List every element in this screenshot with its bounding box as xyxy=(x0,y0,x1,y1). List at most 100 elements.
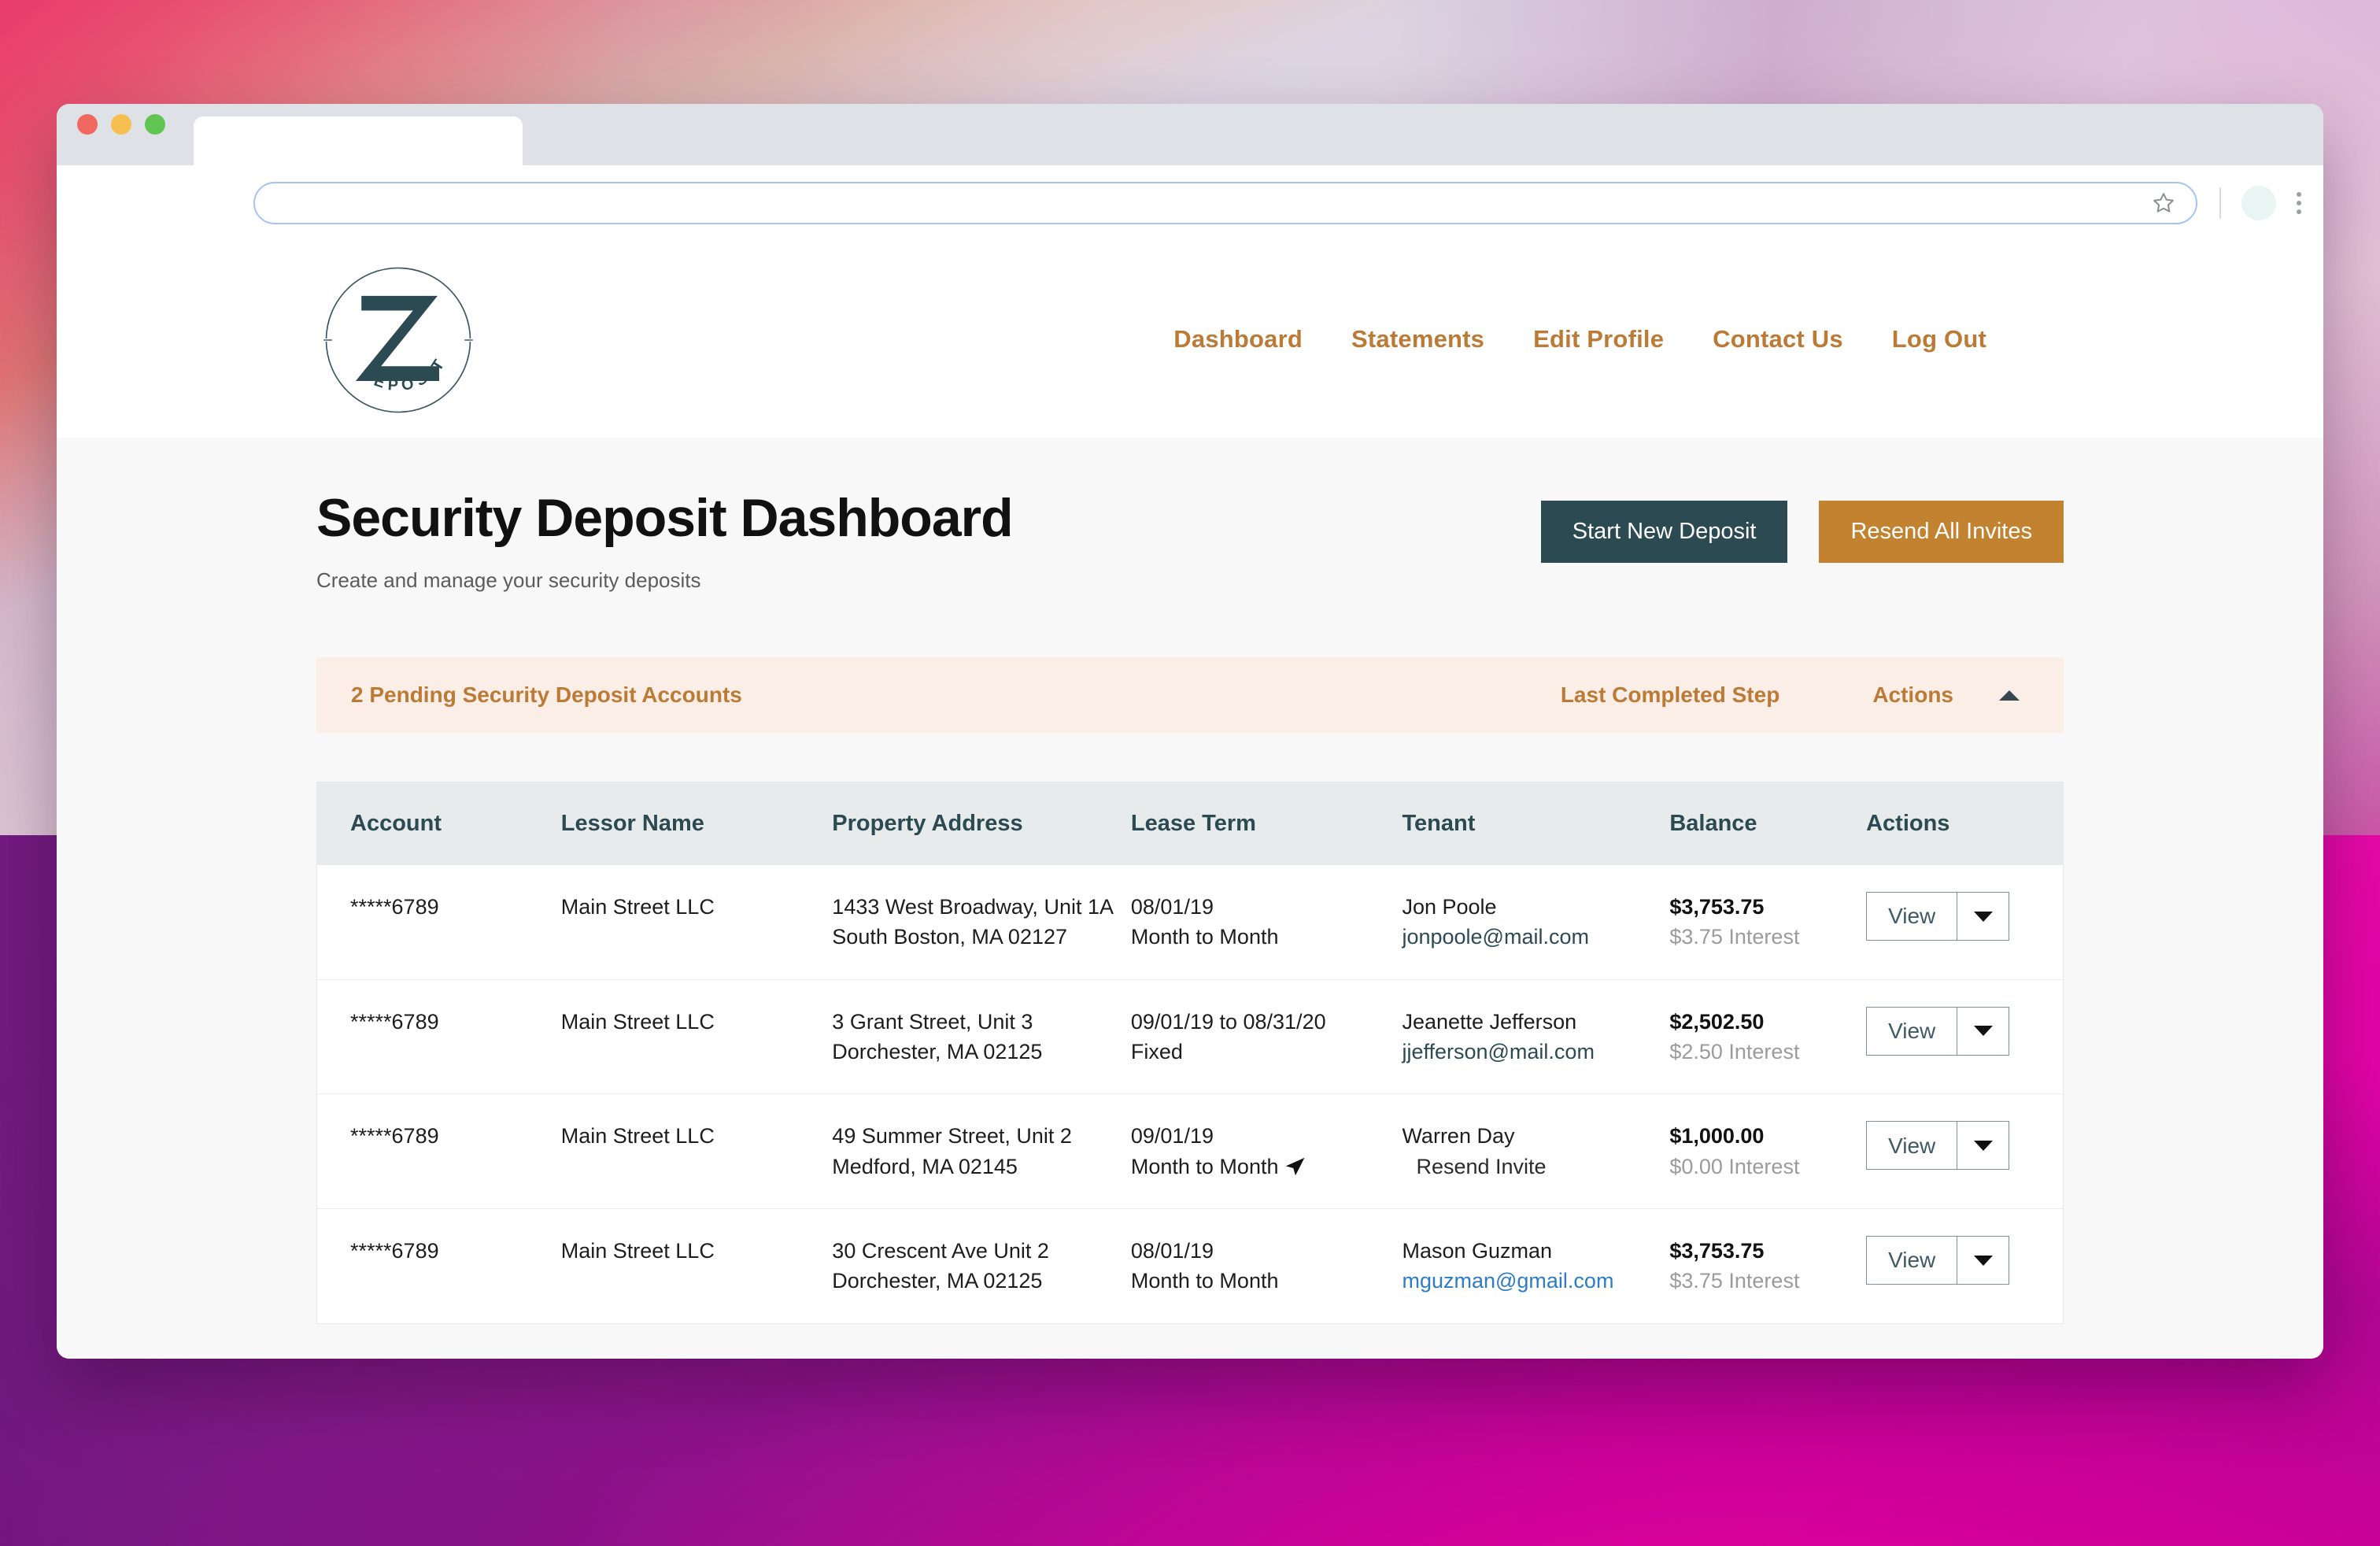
row-actions-split-button[interactable]: View xyxy=(1866,1121,2010,1171)
tenant-email-link[interactable]: jjefferson@mail.com xyxy=(1402,1037,1669,1067)
page-title-row: Security Deposit Dashboard Create and ma… xyxy=(316,438,2064,593)
balance-interest: $2.50 Interest xyxy=(1669,1040,1800,1064)
cursor-pointer-icon xyxy=(1286,1157,1305,1175)
toolbar-right-cluster xyxy=(2219,186,2301,220)
address-line-1: 30 Crescent Ave Unit 2 xyxy=(832,1239,1049,1263)
deposits-table: Account Lessor Name Property Address Lea… xyxy=(317,782,2063,1323)
lease-type: Month to Month xyxy=(1131,1152,1402,1182)
row-actions-dropdown-toggle[interactable] xyxy=(1957,1007,2009,1055)
close-window-button[interactable] xyxy=(77,114,98,135)
page-viewport: DEPOSIT Dashboard Statements Edit Profil… xyxy=(57,241,2323,1359)
balance-interest: $3.75 Interest xyxy=(1669,925,1800,949)
browser-toolbar xyxy=(57,165,2323,241)
nav-item-log-out[interactable]: Log Out xyxy=(1892,325,1986,353)
deposits-table-body: *****6789 Main Street LLC 1433 West Broadw… xyxy=(317,865,2063,1323)
pending-accounts-bar[interactable]: 2 Pending Security Deposit Accounts Last… xyxy=(316,657,2064,734)
pending-accounts-title: 2 Pending Security Deposit Accounts xyxy=(351,682,742,708)
cell-balance: $3,753.75 $3.75 Interest xyxy=(1669,865,1866,979)
view-button[interactable]: View xyxy=(1867,1122,1957,1169)
profile-avatar-icon[interactable] xyxy=(2241,186,2276,220)
tenant-email-link[interactable]: jonpoole@mail.com xyxy=(1402,922,1669,952)
cell-lease-term: 09/01/19 Month to Month xyxy=(1130,1093,1402,1209)
resend-invite-link[interactable]: Resend Invite xyxy=(1402,1152,1546,1182)
nav-item-dashboard[interactable]: Dashboard xyxy=(1173,325,1303,353)
nav-item-statements[interactable]: Statements xyxy=(1351,325,1484,353)
pending-bar-actions-label: Actions xyxy=(1872,682,1953,708)
cell-tenant: Jon Poole jonpoole@mail.com xyxy=(1402,865,1669,979)
balance-interest: $0.00 Interest xyxy=(1669,1154,1800,1178)
browser-menu-kebab-icon[interactable] xyxy=(2297,192,2301,214)
address-bar[interactable] xyxy=(253,182,2197,224)
tenant-name: Jon Poole xyxy=(1402,895,1497,919)
view-button[interactable]: View xyxy=(1867,893,1957,940)
chevron-down-icon xyxy=(1973,1026,1993,1037)
desktop-wallpaper: DEPOSIT Dashboard Statements Edit Profil… xyxy=(0,0,2380,1546)
cell-lease-term: 08/01/19 Month to Month xyxy=(1130,1208,1402,1323)
row-actions-split-button[interactable]: View xyxy=(1866,1006,2010,1056)
lease-start-date: 08/01/19 xyxy=(1130,895,1214,919)
cell-lessor-name: Main Street LLC xyxy=(560,895,715,919)
balance-amount: $1,000.00 xyxy=(1669,1124,1765,1148)
view-button[interactable]: View xyxy=(1867,1237,1957,1284)
balance-interest: $3.75 Interest xyxy=(1669,1269,1800,1293)
lease-type: Fixed xyxy=(1130,1040,1183,1064)
table-row: *****6789 Main Street LLC 49 Summer Street… xyxy=(317,1093,2063,1209)
tenant-name: Jeanette Jefferson xyxy=(1402,1009,1577,1034)
cell-property-address: 3 Grant Street, Unit 3 Dorchester, MA 021… xyxy=(832,978,1131,1094)
start-new-deposit-button[interactable]: Start New Deposit xyxy=(1540,501,1788,563)
address-line-2: South Boston, MA 02127 xyxy=(832,925,1068,949)
column-header-account[interactable]: Account xyxy=(317,782,561,866)
page-action-buttons: Start New Deposit Resend All Invites xyxy=(1540,501,2064,563)
browser-tab[interactable] xyxy=(194,117,523,165)
cell-account: *****6789 xyxy=(350,895,439,919)
resend-all-invites-button[interactable]: Resend All Invites xyxy=(1819,501,2064,563)
cell-tenant: Jeanette Jefferson jjefferson@mail.com xyxy=(1402,978,1670,1094)
column-header-lease[interactable]: Lease Term xyxy=(1130,782,1402,866)
address-line-2: Medford, MA 02145 xyxy=(832,1154,1018,1178)
chevron-down-icon xyxy=(1973,1140,1993,1151)
row-actions-dropdown-toggle[interactable] xyxy=(1957,893,2009,941)
row-actions-dropdown-toggle[interactable] xyxy=(1957,1237,2009,1285)
column-header-address[interactable]: Property Address xyxy=(832,782,1131,866)
pending-bar-last-step-label: Last Completed Step xyxy=(1560,682,1780,708)
column-header-tenant[interactable]: Tenant xyxy=(1402,782,1670,866)
bookmark-star-icon[interactable] xyxy=(2152,191,2175,215)
toolbar-divider xyxy=(2219,187,2221,219)
address-line-1: 49 Summer Street, Unit 2 xyxy=(832,1124,1072,1148)
column-header-actions: Actions xyxy=(1866,782,2063,866)
browser-tab-strip xyxy=(57,104,2323,165)
chevron-down-icon xyxy=(1973,1255,1993,1266)
address-line-1: 3 Grant Street, Unit 3 xyxy=(832,1009,1033,1034)
cell-account: *****6789 xyxy=(317,978,561,1094)
column-header-balance[interactable]: Balance xyxy=(1669,782,1867,866)
deposits-table-head: Account Lessor Name Property Address Lea… xyxy=(317,782,2063,866)
cell-tenant: Warren Day Resend Invite xyxy=(1402,1093,1670,1209)
table-row: *****6789 Main Street LLC 1433 West Broadw… xyxy=(317,865,2063,979)
cell-actions: View xyxy=(1866,1208,2063,1323)
window-controls[interactable] xyxy=(77,104,165,165)
address-line-1: 1433 West Broadway, Unit 1A xyxy=(832,895,1114,919)
cell-account: *****6789 xyxy=(317,1208,561,1323)
z-deposit-logo[interactable]: DEPOSIT xyxy=(316,258,480,422)
cell-tenant: Mason Guzman mguzman@gmail.com xyxy=(1402,1208,1670,1323)
chevron-up-icon[interactable] xyxy=(1999,690,2020,701)
table-header-row: Account Lessor Name Property Address Lea… xyxy=(317,782,2063,866)
row-actions-split-button[interactable]: View xyxy=(1866,1236,2010,1285)
view-button[interactable]: View xyxy=(1867,1008,1957,1055)
tenant-email-link[interactable]: mguzman@gmail.com xyxy=(1402,1266,1669,1296)
maximize-window-button[interactable] xyxy=(145,114,165,135)
lease-type: Month to Month xyxy=(1130,925,1279,949)
lease-type: Month to Month xyxy=(1130,1269,1279,1293)
row-actions-split-button[interactable]: View xyxy=(1866,892,2010,941)
nav-item-edit-profile[interactable]: Edit Profile xyxy=(1533,325,1664,353)
cell-property-address: 49 Summer Street, Unit 2 Medford, MA 0214… xyxy=(832,1093,1131,1209)
row-actions-dropdown-toggle[interactable] xyxy=(1957,1122,2009,1170)
cell-actions: View xyxy=(1866,978,2063,1094)
table-row: *****6789 Main Street LLC 3 Grant Street, … xyxy=(317,978,2063,1094)
column-header-lessor[interactable]: Lessor Name xyxy=(560,782,833,866)
minimize-window-button[interactable] xyxy=(111,114,131,135)
cell-actions: View xyxy=(1866,1093,2063,1209)
nav-item-contact-us[interactable]: Contact Us xyxy=(1713,325,1843,353)
browser-window: DEPOSIT Dashboard Statements Edit Profil… xyxy=(57,104,2323,1359)
page-heading-block: Security Deposit Dashboard Create and ma… xyxy=(316,490,1014,593)
